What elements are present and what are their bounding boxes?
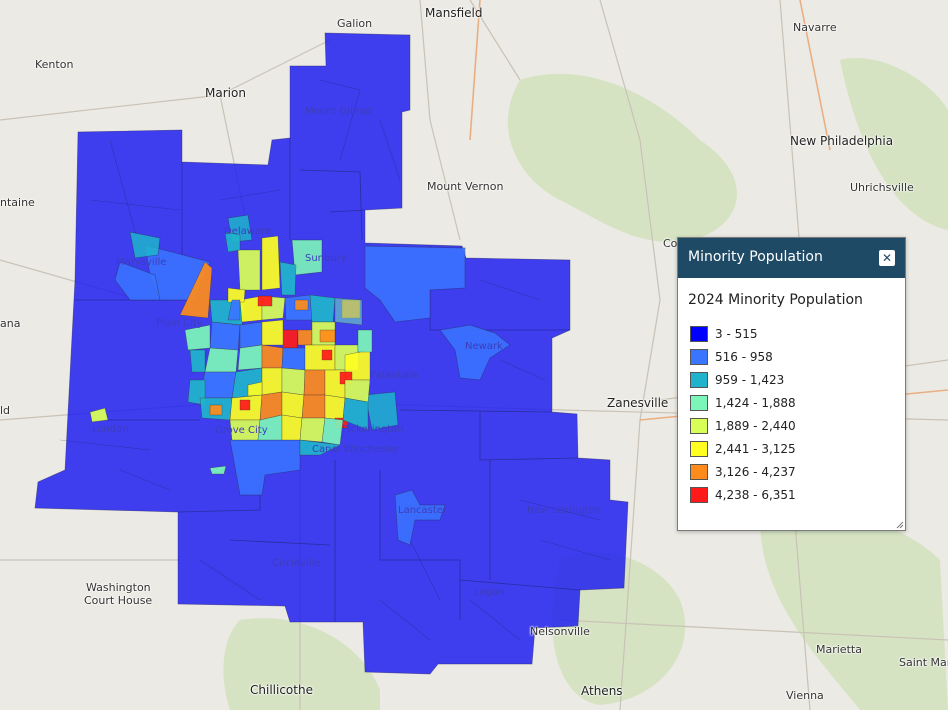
map-label-new-philadelphia: New Philadelphia bbox=[790, 134, 894, 148]
legend-item: 2,441 - 3,125 bbox=[690, 437, 796, 460]
map-label-navarre: Navarre bbox=[793, 21, 837, 34]
map-label-pickerington: Pickerington bbox=[342, 424, 404, 435]
map-label-galion: Galion bbox=[337, 17, 373, 30]
legend-swatch bbox=[690, 371, 708, 388]
map-label-chillicothe: Chillicothe bbox=[250, 683, 313, 697]
legend-panel: Minority Population ✕ 2024 Minority Popu… bbox=[677, 237, 906, 531]
legend-label: 1,424 - 1,888 bbox=[715, 395, 796, 410]
legend-label: 4,238 - 6,351 bbox=[715, 487, 796, 502]
legend-item: 516 - 958 bbox=[690, 345, 796, 368]
legend-swatch bbox=[690, 440, 708, 457]
legend-item: 1,889 - 2,440 bbox=[690, 414, 796, 437]
legend-panel-title: Minority Population bbox=[688, 249, 823, 265]
map-label-zanesville: Zanesville bbox=[607, 396, 669, 410]
map-label-canal-winchester: Canal Winchester bbox=[312, 444, 400, 455]
legend-item: 959 - 1,423 bbox=[690, 368, 796, 391]
map-label-court-house: Court House bbox=[84, 594, 153, 607]
map-label-mount-gilead: Mount Gilead bbox=[305, 106, 372, 117]
map-label-uhrichsville: Uhrichsville bbox=[850, 181, 914, 194]
map-label-washington: Washington bbox=[86, 581, 151, 594]
legend-swatch bbox=[690, 463, 708, 480]
legend-label: 959 - 1,423 bbox=[715, 372, 785, 387]
map-label-mansfield: Mansfield bbox=[425, 6, 483, 20]
map-label-logan: Logan bbox=[474, 587, 505, 598]
legend-swatch bbox=[690, 394, 708, 411]
map-label-plain-city: Plain City bbox=[156, 318, 203, 329]
legend-item: 3 - 515 bbox=[690, 322, 796, 345]
legend-label: 1,889 - 2,440 bbox=[715, 418, 796, 433]
legend-list: 3 - 515 516 - 958 959 - 1,423 1,424 - 1,888… bbox=[690, 322, 796, 506]
legend-label: 516 - 958 bbox=[715, 349, 773, 364]
map-label-marietta: Marietta bbox=[816, 643, 862, 656]
map-label-athens: Athens bbox=[581, 684, 623, 698]
legend-item: 1,424 - 1,888 bbox=[690, 391, 796, 414]
map-label-ana: ana bbox=[0, 317, 21, 330]
legend-swatch bbox=[690, 486, 708, 503]
map-label-ntaine: ntaine bbox=[0, 196, 35, 209]
map-label-london: London bbox=[92, 424, 129, 435]
map-label-lancaster: Lancaster bbox=[398, 505, 448, 516]
legend-swatch bbox=[690, 348, 708, 365]
map-label-vienna: Vienna bbox=[786, 689, 824, 702]
map-label-saint-marys: Saint Marys bbox=[899, 656, 948, 669]
legend-item: 3,126 - 4,237 bbox=[690, 460, 796, 483]
close-icon[interactable]: ✕ bbox=[879, 250, 895, 266]
map-label-ld: ld bbox=[0, 404, 11, 417]
legend-label: 3,126 - 4,237 bbox=[715, 464, 796, 479]
legend-label: 3 - 515 bbox=[715, 326, 758, 341]
resize-grip-icon[interactable] bbox=[895, 520, 904, 529]
legend-swatch bbox=[690, 325, 708, 342]
legend-item: 4,238 - 6,351 bbox=[690, 483, 796, 506]
map-label-pataskala: Pataskala bbox=[370, 370, 418, 381]
map-label-newark: Newark bbox=[465, 341, 503, 352]
legend-panel-header: Minority Population ✕ bbox=[678, 238, 905, 278]
map-label-marysville: Marysville bbox=[116, 257, 167, 268]
map-label-co: Co bbox=[663, 237, 678, 250]
legend-label: 2,441 - 3,125 bbox=[715, 441, 796, 456]
map-label-sunbury: Sunbury bbox=[305, 253, 347, 264]
map-label-grove-city: Grove City bbox=[215, 425, 268, 436]
map-label-mount-vernon: Mount Vernon bbox=[427, 180, 504, 193]
map-label-kenton: Kenton bbox=[35, 58, 74, 71]
map-label-delaware: Delaware bbox=[224, 226, 272, 237]
map-label-marion: Marion bbox=[205, 86, 246, 100]
legend-title: 2024 Minority Population bbox=[688, 292, 863, 308]
map-label-circleville: Circleville bbox=[272, 558, 321, 569]
map-label-nelsonville: Nelsonville bbox=[530, 625, 590, 638]
map-label-new-lexington: New Lexington bbox=[527, 505, 602, 516]
legend-swatch bbox=[690, 417, 708, 434]
